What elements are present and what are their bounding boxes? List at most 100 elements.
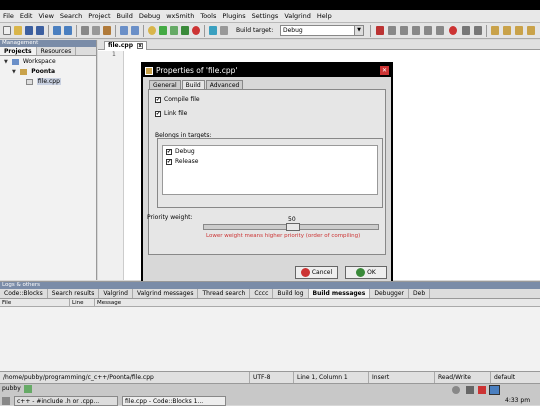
tab-build-messages[interactable]: Build messages (308, 289, 371, 298)
tray-alert-icon[interactable] (478, 386, 486, 394)
build-gear-icon[interactable] (148, 26, 156, 35)
debug-icon[interactable] (209, 26, 217, 35)
ok-button[interactable]: OK (345, 266, 387, 279)
tab-search-results[interactable]: Search results (48, 289, 100, 298)
run-to-cursor-icon[interactable] (388, 26, 396, 35)
editor-tab-bar: file.cpp x (98, 40, 540, 50)
menu-wxsmith[interactable]: wxSmith (163, 10, 197, 23)
column-message[interactable]: Message (95, 299, 540, 306)
compile-file-row[interactable]: ✔ Compile file (155, 96, 200, 103)
status-file-path: /home/pubby/programming/c_c++/Poonta/fil… (0, 372, 250, 383)
copy-icon[interactable] (92, 26, 100, 35)
cancel-button[interactable]: Cancel (295, 266, 338, 279)
open-folder-icon[interactable] (14, 26, 22, 35)
menu-valgrind[interactable]: Valgrind (281, 10, 314, 23)
link-file-checkbox[interactable]: ✔ (155, 110, 161, 117)
project-icon (20, 68, 28, 75)
replace-icon[interactable] (131, 26, 139, 35)
run-icon[interactable] (159, 26, 167, 35)
save-all-icon[interactable] (36, 26, 44, 35)
debug-windows-icon[interactable] (462, 26, 470, 35)
find-icon[interactable] (120, 26, 128, 35)
dialog-app-icon (145, 66, 153, 75)
dialog-title-bar[interactable]: Properties of 'file.cpp' ✕ (143, 64, 391, 77)
debug-run-icon[interactable] (376, 26, 384, 35)
link-file-row[interactable]: ✔ Link file (155, 110, 187, 117)
build-target-select[interactable]: Debug ▼ (280, 25, 364, 36)
compile-file-checkbox[interactable]: ✔ (155, 96, 161, 103)
menu-help[interactable]: Help (314, 10, 335, 23)
column-line[interactable]: Line (70, 299, 95, 306)
tab-valgrind-messages[interactable]: Valgrind messages (133, 289, 199, 298)
column-file[interactable]: File (0, 299, 70, 306)
menu-build[interactable]: Build (114, 10, 136, 23)
abort-icon[interactable] (192, 26, 200, 35)
tree-item-workspace[interactable]: ▼ Workspace (0, 57, 96, 67)
tree-item-file[interactable]: file.cpp (0, 77, 96, 87)
next-line-icon[interactable] (400, 26, 408, 35)
debug-window-icon[interactable] (220, 26, 228, 35)
targets-list[interactable]: ✔ Debug ✔ Release (162, 145, 378, 195)
menu-project[interactable]: Project (85, 10, 113, 23)
tab-debugger-2[interactable]: Deb (409, 289, 431, 298)
menu-edit[interactable]: Edit (17, 10, 36, 23)
properties-dialog: Properties of 'file.cpp' ✕ General Build… (141, 62, 393, 286)
target-item-debug[interactable]: ✔ Debug (166, 148, 195, 155)
menu-tools[interactable]: Tools (197, 10, 219, 23)
tab-projects[interactable]: Projects (0, 47, 37, 55)
clear-bookmarks-icon[interactable] (527, 26, 535, 35)
step-out-icon[interactable] (424, 26, 432, 35)
target-item-release[interactable]: ✔ Release (166, 158, 198, 165)
management-panel: Management Projects Resources ▼ Workspac… (0, 40, 97, 280)
cut-icon[interactable] (81, 26, 89, 35)
tab-resources[interactable]: Resources (37, 47, 77, 55)
save-icon[interactable] (25, 26, 33, 35)
rebuild-icon[interactable] (181, 26, 189, 35)
toggle-bookmark-icon[interactable] (491, 26, 499, 35)
tree-item-project[interactable]: ▼ Poonta (0, 67, 96, 77)
tray-volume-icon[interactable] (466, 386, 474, 394)
expand-arrow-icon[interactable]: ▼ (12, 67, 18, 77)
next-bookmark-icon[interactable] (515, 26, 523, 35)
desktop-icon[interactable] (24, 385, 32, 393)
menu-view[interactable]: View (35, 10, 56, 23)
redo-icon[interactable] (64, 26, 72, 35)
tab-codeblocks[interactable]: Code::Blocks (0, 289, 48, 298)
tray-network-icon[interactable] (452, 386, 460, 394)
paste-icon[interactable] (103, 26, 111, 35)
stop-debugger-icon[interactable] (449, 26, 457, 35)
next-instruction-icon[interactable] (436, 26, 444, 35)
close-icon[interactable]: x (137, 42, 144, 49)
taskbar-clock: 4:33 pm (505, 397, 531, 404)
priority-weight-slider[interactable] (203, 223, 379, 231)
prev-bookmark-icon[interactable] (503, 26, 511, 35)
target-debug-checkbox[interactable]: ✔ (166, 148, 172, 155)
dialog-close-icon[interactable]: ✕ (380, 66, 389, 75)
workspace-switcher-icon[interactable] (489, 385, 500, 395)
undo-icon[interactable] (53, 26, 61, 35)
toolbar-separator (115, 25, 116, 37)
menu-search[interactable]: Search (57, 10, 85, 23)
menu-icon[interactable] (2, 397, 10, 405)
editor-tab-file[interactable]: file.cpp x (104, 41, 148, 50)
menu-settings[interactable]: Settings (249, 10, 282, 23)
tab-valgrind[interactable]: Valgrind (99, 289, 133, 298)
tab-thread-search[interactable]: Thread search (198, 289, 251, 298)
slider-handle[interactable] (286, 223, 300, 231)
status-encoding: UTF-8 (250, 372, 294, 383)
build-and-run-icon[interactable] (170, 26, 178, 35)
taskbar-user: pubby (2, 385, 21, 392)
logs-header: Logs & others (0, 282, 540, 289)
debug-info-icon[interactable] (474, 26, 482, 35)
menu-plugins[interactable]: Plugins (219, 10, 248, 23)
logs-tabs: Code::Blocks Search results Valgrind Val… (0, 289, 540, 299)
expand-arrow-icon[interactable]: ▼ (4, 57, 10, 67)
target-release-checkbox[interactable]: ✔ (166, 158, 172, 165)
tab-cccc[interactable]: Cccc (250, 289, 274, 298)
menu-file[interactable]: File (0, 10, 17, 23)
step-into-icon[interactable] (412, 26, 420, 35)
tab-build-log[interactable]: Build log (273, 289, 309, 298)
tab-debugger[interactable]: Debugger (370, 289, 410, 298)
menu-debug[interactable]: Debug (136, 10, 163, 23)
new-file-icon[interactable] (3, 26, 11, 35)
